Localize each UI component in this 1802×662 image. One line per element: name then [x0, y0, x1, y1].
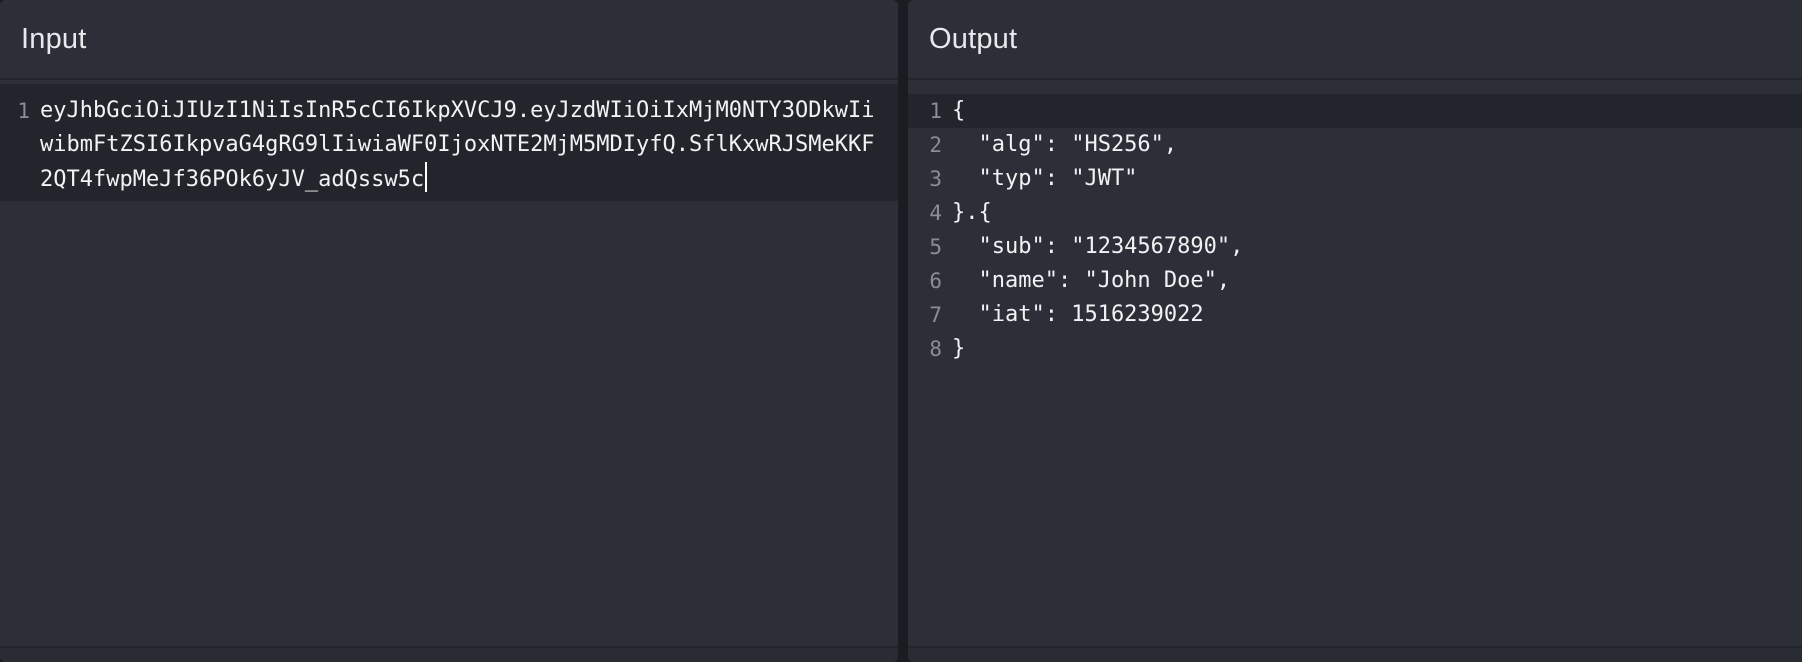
output-line-text: }.{: [952, 200, 992, 225]
line-number: 1: [17, 99, 30, 123]
line-number: 6: [929, 269, 942, 293]
output-line: 8 }: [908, 332, 1802, 366]
line-number: 4: [929, 201, 942, 225]
jwt-decoder-app: Input 1 eyJhbGciOiJIUzI1NiIsInR5cCI6IkpX…: [0, 0, 1802, 662]
output-line: 4 }.{: [908, 196, 1802, 230]
input-panel-title: Input: [21, 22, 87, 55]
output-scrollbar[interactable]: [908, 646, 1802, 662]
output-line-text: "alg": "HS256",: [952, 132, 1178, 157]
line-number: 2: [929, 133, 942, 157]
text-cursor: [425, 162, 428, 192]
input-scrollbar[interactable]: [0, 646, 898, 662]
line-number: 1: [929, 99, 942, 123]
output-panel-title: Output: [929, 22, 1018, 55]
line-number: 3: [929, 167, 942, 191]
output-line-text: "sub": "1234567890",: [952, 234, 1244, 259]
input-token-text[interactable]: eyJhbGciOiJIUzI1NiIsInR5cCI6IkpXVCJ9.eyJ…: [40, 94, 882, 197]
output-line-text: }: [952, 336, 966, 361]
input-panel-header: Input: [0, 0, 898, 80]
output-line-text: "typ": "JWT": [952, 166, 1138, 191]
input-active-line[interactable]: 1 eyJhbGciOiJIUzI1NiIsInR5cCI6IkpXVCJ9.e…: [0, 84, 898, 201]
input-panel: Input 1 eyJhbGciOiJIUzI1NiIsInR5cCI6IkpX…: [0, 0, 898, 662]
output-line: 2 "alg": "HS256",: [908, 128, 1802, 162]
input-token-value: eyJhbGciOiJIUzI1NiIsInR5cCI6IkpXVCJ9.eyJ…: [40, 98, 875, 192]
output-line: 7 "iat": 1516239022: [908, 298, 1802, 332]
line-number: 8: [929, 337, 942, 361]
output-line-text: "iat": 1516239022: [952, 302, 1204, 327]
output-panel: Output 1 { 2 "alg": "HS256", 3 "typ": "J…: [908, 0, 1802, 662]
input-code-line[interactable]: 1 eyJhbGciOiJIUzI1NiIsInR5cCI6IkpXVCJ9.e…: [0, 94, 898, 197]
output-line: 5 "sub": "1234567890",: [908, 230, 1802, 264]
output-line: 3 "typ": "JWT": [908, 162, 1802, 196]
output-line-text: "name": "John Doe",: [952, 268, 1231, 293]
output-line: 6 "name": "John Doe",: [908, 264, 1802, 298]
output-line-text: {: [952, 98, 966, 123]
output-line: 1 {: [908, 94, 1802, 128]
output-panel-header: Output: [908, 0, 1802, 80]
input-editor[interactable]: 1 eyJhbGciOiJIUzI1NiIsInR5cCI6IkpXVCJ9.e…: [0, 84, 898, 648]
line-number: 7: [929, 303, 942, 327]
output-editor[interactable]: 1 { 2 "alg": "HS256", 3 "typ": "JWT" 4 }…: [908, 94, 1802, 648]
line-number: 5: [929, 235, 942, 259]
